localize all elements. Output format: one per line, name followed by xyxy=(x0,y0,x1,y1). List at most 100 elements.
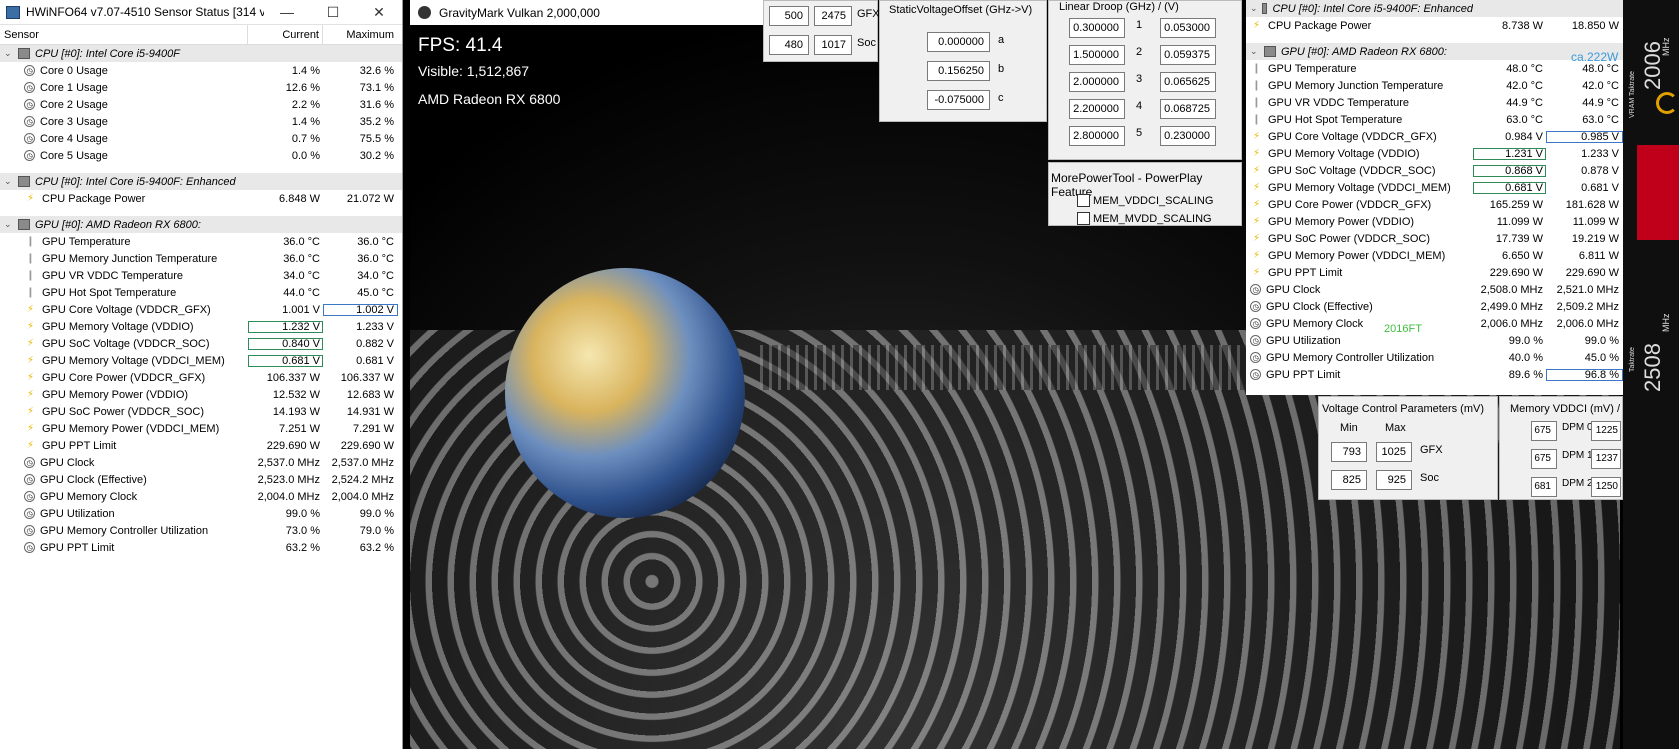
sensor-row[interactable]: ◷ Core 2 Usage 2.2 % 31.6 % xyxy=(0,96,402,113)
droop-ghz-input[interactable]: 2.200000 xyxy=(1069,99,1125,119)
sensor-row[interactable]: ⚡ GPU Core Power (VDDCR_GFX) 165.259 W 181.… xyxy=(1246,196,1623,213)
mvdd-input[interactable]: 1237 xyxy=(1591,449,1621,469)
sensor-row[interactable]: ⚡ CPU Package Power 6.848 W 21.072 W xyxy=(0,190,402,207)
sensor-row[interactable]: ◷ Core 0 Usage 1.4 % 32.6 % xyxy=(0,62,402,79)
sensor-row[interactable]: ⚡ CPU Package Power 8.738 W 18.850 W xyxy=(1246,17,1623,34)
droop-ghz-input[interactable]: 2.000000 xyxy=(1069,72,1125,92)
sensor-row[interactable]: ⚡ GPU Memory Power (VDDIO) 12.532 W 12.683 … xyxy=(0,386,402,403)
chevron-down-icon[interactable]: ⌄ xyxy=(4,219,14,230)
droop-ghz-input[interactable]: 1.500000 xyxy=(1069,45,1125,65)
close-button[interactable]: ✕ xyxy=(356,4,402,21)
sensor-name: GPU Core Voltage (VDDCR_GFX) xyxy=(1268,130,1437,143)
droop-volt-input[interactable]: 0.065625 xyxy=(1160,72,1216,92)
gfx-vmin-input[interactable]: 793 xyxy=(1331,442,1367,462)
mem-vddci-scaling-checkbox[interactable] xyxy=(1077,194,1090,207)
sensor-row[interactable]: ◷ GPU Memory Controller Utilization 73.0 %… xyxy=(0,522,402,539)
gfx-vmax-input[interactable]: 1025 xyxy=(1376,442,1412,462)
sensor-name: CPU Package Power xyxy=(42,192,146,205)
soc-vmax-input[interactable]: 925 xyxy=(1376,470,1412,490)
col-sensor[interactable]: Sensor xyxy=(0,25,248,44)
sensor-row[interactable]: ◷ Core 4 Usage 0.7 % 75.5 % xyxy=(0,130,402,147)
sensor-group-row[interactable]: ⌄ GPU [#0]: AMD Radeon RX 6800: xyxy=(0,216,402,233)
sensor-row[interactable]: ❙ GPU Hot Spot Temperature 44.0 °C 45.0 °C xyxy=(0,284,402,301)
soc-max-input[interactable]: 1017 xyxy=(814,35,852,55)
sensor-name: Core 5 Usage xyxy=(40,149,108,162)
sensor-row[interactable]: ❙ GPU Temperature 48.0 °C 48.0 °C xyxy=(1246,60,1623,77)
chevron-down-icon[interactable]: ⌄ xyxy=(4,176,14,187)
droop-volt-input[interactable]: 0.230000 xyxy=(1160,126,1216,146)
gfx-min-input[interactable]: 500 xyxy=(769,6,809,26)
sensor-row[interactable]: ◷ GPU Clock (Effective) 2,523.0 MHz 2,524.2… xyxy=(0,471,402,488)
mvdd-input[interactable]: 1225 xyxy=(1591,421,1621,441)
chevron-down-icon[interactable]: ⌄ xyxy=(4,48,14,59)
sensor-row[interactable]: ⚡ GPU Memory Voltage (VDDCI_MEM) 0.681 V 0.… xyxy=(0,352,402,369)
sensor-row[interactable]: ⚡ GPU Memory Voltage (VDDIO) 1.232 V 1.233 … xyxy=(0,318,402,335)
sensor-row[interactable]: ◷ GPU Utilization 99.0 % 99.0 % xyxy=(0,505,402,522)
hwinfo-titlebar[interactable]: HWiNFO64 v7.07-4510 Sensor Status [314 v… xyxy=(0,0,402,25)
droop-ghz-input[interactable]: 2.800000 xyxy=(1069,126,1125,146)
svo-c-input[interactable]: -0.075000 xyxy=(927,90,990,110)
sensor-row[interactable]: ◷ GPU Clock 2,537.0 MHz 2,537.0 MHz xyxy=(0,454,402,471)
vddci-input[interactable]: 675 xyxy=(1531,421,1557,441)
sensor-row[interactable]: ❙ GPU Temperature 36.0 °C 36.0 °C xyxy=(0,233,402,250)
maximize-button[interactable]: ☐ xyxy=(310,4,356,21)
sensor-row[interactable]: ◷ GPU Memory Controller Utilization 40.0 %… xyxy=(1246,349,1623,366)
sensor-row[interactable]: ⚡ GPU SoC Voltage (VDDCR_SOC) 0.868 V 0.878… xyxy=(1246,162,1623,179)
current-value: 2,006.0 MHz xyxy=(1480,317,1543,330)
droop-volt-input[interactable]: 0.053000 xyxy=(1160,18,1216,38)
sensor-row[interactable]: ❙ GPU VR VDDC Temperature 44.9 °C 44.9 °C xyxy=(1246,94,1623,111)
sensor-row[interactable]: ⚡ GPU Memory Power (VDDIO) 11.099 W 11.099 … xyxy=(1246,213,1623,230)
sensor-row[interactable]: ⚡ GPU Memory Voltage (VDDIO) 1.231 V 1.233 … xyxy=(1246,145,1623,162)
soc-vmin-input[interactable]: 825 xyxy=(1331,470,1367,490)
sensor-row[interactable]: ⚡ GPU Core Power (VDDCR_GFX) 106.337 W 106.… xyxy=(0,369,402,386)
sensor-row[interactable]: ◷ GPU PPT Limit 63.2 % 63.2 % xyxy=(0,539,402,556)
sensor-group-row[interactable]: ⌄ GPU [#0]: AMD Radeon RX 6800: xyxy=(1246,43,1623,60)
droop-volt-input[interactable]: 0.068725 xyxy=(1160,99,1216,119)
sensor-group-row[interactable]: ⌄ CPU [#0]: Intel Core i5-9400F xyxy=(0,45,402,62)
sensor-row[interactable]: ◷ Core 3 Usage 1.4 % 35.2 % xyxy=(0,113,402,130)
sensor-row[interactable]: ◷ GPU Memory Clock 2,006.0 MHz 2,006.0 MHz xyxy=(1246,315,1623,332)
sensor-row[interactable]: ◷ GPU Memory Clock 2,004.0 MHz 2,004.0 MHz xyxy=(0,488,402,505)
vddci-input[interactable]: 681 xyxy=(1531,477,1557,497)
sensor-row[interactable]: ⚡ GPU Memory Voltage (VDDCI_MEM) 0.681 V 0.… xyxy=(1246,179,1623,196)
sensor-row[interactable]: ⚡ GPU SoC Voltage (VDDCR_SOC) 0.840 V 0.882… xyxy=(0,335,402,352)
mvdd-input[interactable]: 1250 xyxy=(1591,477,1621,497)
sensor-group-row[interactable]: ⌄ CPU [#0]: Intel Core i5-9400F: Enhanced xyxy=(0,173,402,190)
mem-mvdd-scaling-checkbox[interactable] xyxy=(1077,212,1090,225)
gfx-max-input[interactable]: 2475 xyxy=(814,6,852,26)
sensor-group-row[interactable]: ⌄ CPU [#0]: Intel Core i5-9400F: Enhanced xyxy=(1246,0,1623,17)
droop-ghz-input[interactable]: 0.300000 xyxy=(1069,18,1125,38)
sensor-row[interactable]: ◷ GPU Utilization 99.0 % 99.0 % xyxy=(1246,332,1623,349)
droop-volt-input[interactable]: 0.059375 xyxy=(1160,45,1216,65)
sensor-row[interactable]: ⚡ GPU Core Voltage (VDDCR_GFX) 0.984 V 0.98… xyxy=(1246,128,1623,145)
sensor-row[interactable]: ◷ GPU Clock (Effective) 2,499.0 MHz 2,509.2… xyxy=(1246,298,1623,315)
soc-min-input[interactable]: 480 xyxy=(769,35,809,55)
sensor-row[interactable]: ❙ GPU VR VDDC Temperature 34.0 °C 34.0 °C xyxy=(0,267,402,284)
current-value: 48.0 °C xyxy=(1506,62,1543,75)
sensor-row[interactable]: ⚡ GPU Core Voltage (VDDCR_GFX) 1.001 V 1.00… xyxy=(0,301,402,318)
sensor-row[interactable]: ⚡ GPU PPT Limit 229.690 W 229.690 W xyxy=(0,437,402,454)
sensor-row[interactable]: ◷ Core 1 Usage 12.6 % 73.1 % xyxy=(0,79,402,96)
col-current[interactable]: Current xyxy=(248,25,323,44)
vddci-input[interactable]: 675 xyxy=(1531,449,1557,469)
sensor-row[interactable]: ⚡ GPU PPT Limit 229.690 W 229.690 W xyxy=(1246,264,1623,281)
sensor-row[interactable]: ❙ GPU Hot Spot Temperature 63.0 °C 63.0 °C xyxy=(1246,111,1623,128)
svo-b-input[interactable]: 0.156250 xyxy=(927,61,990,81)
sensor-row[interactable]: ⚡ GPU SoC Power (VDDCR_SOC) 14.193 W 14.931… xyxy=(0,403,402,420)
svo-a-input[interactable]: 0.000000 xyxy=(927,32,990,52)
sensor-row[interactable]: ❙ GPU Memory Junction Temperature 42.0 °C 4… xyxy=(1246,77,1623,94)
sensor-row[interactable]: ◷ GPU PPT Limit 89.6 % 96.8 % xyxy=(1246,366,1623,383)
sensor-row[interactable]: ⚡ GPU Memory Power (VDDCI_MEM) 6.650 W 6.81… xyxy=(1246,247,1623,264)
sensor-list: ⌄ CPU [#0]: Intel Core i5-9400F ◷ Core 0 Us… xyxy=(0,45,402,556)
chevron-down-icon[interactable]: ⌄ xyxy=(1250,46,1260,57)
chevron-down-icon[interactable]: ⌄ xyxy=(1250,3,1258,14)
current-value: 2,499.0 MHz xyxy=(1480,300,1543,313)
sensor-row[interactable]: ◷ GPU Clock 2,508.0 MHz 2,521.0 MHz xyxy=(1246,281,1623,298)
minimize-button[interactable]: — xyxy=(264,4,310,20)
gravitymark-titlebar[interactable]: GravityMark Vulkan 2,000,000 xyxy=(410,0,780,25)
sensor-row[interactable]: ⚡ GPU Memory Power (VDDCI_MEM) 7.251 W 7.29… xyxy=(0,420,402,437)
sensor-row[interactable]: ◷ Core 5 Usage 0.0 % 30.2 % xyxy=(0,147,402,164)
sensor-row[interactable]: ❙ GPU Memory Junction Temperature 36.0 °C 3… xyxy=(0,250,402,267)
col-maximum[interactable]: Maximum xyxy=(323,25,398,44)
sensor-row[interactable]: ⚡ GPU SoC Power (VDDCR_SOC) 17.739 W 19.219… xyxy=(1246,230,1623,247)
